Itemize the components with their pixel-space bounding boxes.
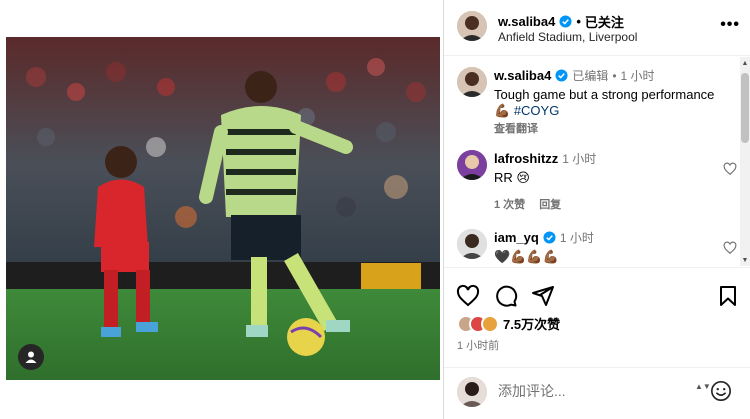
reply-button[interactable]: 回复 <box>539 196 561 212</box>
post-sidebar: w.saliba4 • 已关注 Anfield Stadium, Liverpo… <box>444 0 750 419</box>
separator-dot: • <box>576 14 581 29</box>
scrollbar-thumb[interactable] <box>741 73 749 143</box>
tag-user-button[interactable] <box>18 344 44 370</box>
comment-avatar[interactable] <box>457 150 487 180</box>
comments-list: w.saliba4 已编辑 • 1 小时 Tough game but a st… <box>444 57 750 266</box>
emoji-icon[interactable] <box>710 380 732 402</box>
post-header: w.saliba4 • 已关注 Anfield Stadium, Liverpo… <box>444 0 750 56</box>
caption-edited: 已编辑 <box>572 69 609 83</box>
comment-username[interactable]: lafroshitzz <box>494 151 558 166</box>
input-stepper[interactable]: ▲▼ <box>695 383 711 401</box>
current-user-avatar <box>457 377 487 407</box>
heart-icon[interactable] <box>723 241 737 255</box>
post-actions: 7.5万次赞 1 小时前 <box>444 267 750 367</box>
heart-icon[interactable] <box>456 284 480 308</box>
follow-status-button[interactable]: 已关注 <box>585 12 624 31</box>
comment-time[interactable]: 1 小时 <box>560 229 594 246</box>
comment-avatar[interactable] <box>457 229 487 259</box>
comment-time[interactable]: 1 小时 <box>562 150 596 167</box>
caption-username[interactable]: w.saliba4 <box>494 68 551 83</box>
comment-text: 🖤💪🏾💪🏾💪🏾 <box>494 249 559 264</box>
post-location[interactable]: Anfield Stadium, Liverpool <box>498 30 637 44</box>
scroll-up-arrow-icon[interactable]: ▲ <box>741 60 749 68</box>
verified-badge-icon <box>543 231 556 244</box>
photo-panel <box>0 0 443 419</box>
scroll-down-arrow-icon[interactable]: ▼ <box>741 257 749 265</box>
comment-input[interactable] <box>498 380 678 402</box>
bookmark-icon[interactable] <box>716 284 740 308</box>
author-username[interactable]: w.saliba4 <box>498 14 555 29</box>
post-timestamp[interactable]: 1 小时前 <box>457 337 499 353</box>
author-avatar[interactable] <box>457 11 487 41</box>
caption-avatar[interactable] <box>457 67 487 97</box>
heart-icon[interactable] <box>723 162 737 176</box>
comment-username[interactable]: iam_yq <box>494 230 539 245</box>
caption-time[interactable]: 1 小时 <box>621 67 655 84</box>
share-icon[interactable] <box>531 284 555 308</box>
caption-text-block: Tough game but a strong performance 💪🏾 #… <box>494 87 729 119</box>
separator-dot: • <box>612 68 617 83</box>
verified-badge-icon <box>559 15 572 28</box>
more-options-icon[interactable]: ••• <box>720 16 740 34</box>
caption-hashtag[interactable]: #COYG <box>514 103 560 118</box>
add-comment-bar: ▲▼ <box>444 367 750 419</box>
likes-count[interactable]: 7.5万次赞 <box>503 314 560 333</box>
see-translation-link[interactable]: 查看翻译 <box>494 120 729 136</box>
comment-likes-count[interactable]: 1 次赞 <box>494 196 525 212</box>
comment-text: RR 😢 <box>494 170 530 185</box>
comment-icon[interactable] <box>494 284 518 308</box>
likes-row: 7.5万次赞 <box>457 314 560 333</box>
tag-user-icon <box>25 351 37 363</box>
football-match-photo <box>6 37 440 380</box>
post-photo[interactable] <box>6 37 440 380</box>
liker-avatar[interactable] <box>481 314 499 333</box>
author-line: w.saliba4 • 已关注 <box>498 12 624 31</box>
verified-badge-icon <box>555 69 568 82</box>
